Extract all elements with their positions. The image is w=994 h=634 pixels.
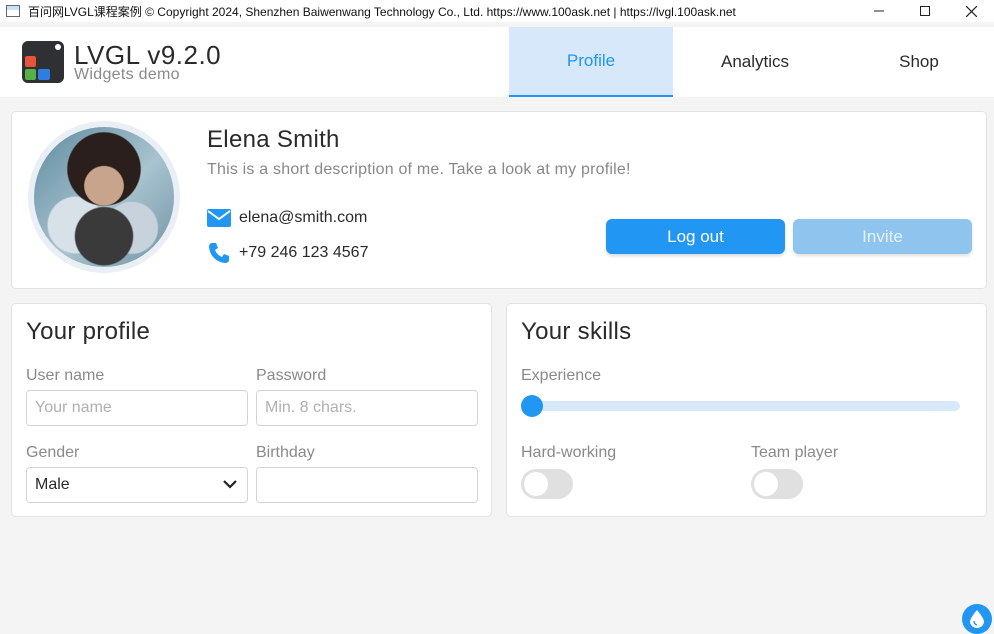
app-header: LVGL v9.2.0 Widgets demo Profile Analyti… [0,27,994,97]
theme-color-button[interactable] [962,604,992,634]
your-profile-title: Your profile [26,318,151,345]
hard-working-switch[interactable] [521,469,573,499]
experience-slider[interactable] [521,395,960,417]
profile-description: This is a short description of me. Take … [207,161,631,178]
window-title: 百问网LVGL课程案例 © Copyright 2024, Shenzhen B… [28,4,736,19]
experience-slider-knob[interactable] [521,395,543,417]
app-window-icon [6,5,20,17]
tab-analytics[interactable]: Analytics [673,27,837,97]
lvgl-logo [22,41,64,83]
window-controls [856,0,994,22]
team-player-switch[interactable] [751,469,803,499]
maximize-icon [920,6,930,16]
phone-text: +79 246 123 4567 [239,244,369,261]
avatar-frame [28,121,180,273]
window-title-bar: 百问网LVGL课程案例 © Copyright 2024, Shenzhen B… [0,0,994,22]
droplet-icon [970,610,984,628]
team-player-switch-knob [754,472,778,496]
avatar [34,127,174,267]
envelope-icon [207,207,231,229]
your-profile-card: Your profile User name Your name Passwor… [11,303,492,517]
hard-working-label: Hard-working [521,444,617,461]
your-skills-title: Your skills [521,318,632,345]
tab-shop[interactable]: Shop [837,27,994,97]
gender-value: Male [35,476,70,493]
tab-bar: Profile Analytics Shop [509,27,994,97]
brand-subtitle: Widgets demo [74,66,180,83]
username-label: User name [26,367,105,384]
email-row: elena@smith.com [207,207,367,229]
your-skills-card: Your skills Experience Hard-working Team… [506,303,987,517]
phone-row: +79 246 123 4567 [207,242,368,264]
invite-button[interactable]: Invite [793,219,972,254]
experience-label: Experience [521,367,602,384]
hard-working-switch-knob [524,472,548,496]
maximize-button[interactable] [902,0,948,22]
birthday-label: Birthday [256,444,315,461]
gender-dropdown[interactable]: Male [26,467,248,503]
username-input[interactable]: Your name [26,390,248,426]
password-label: Password [256,367,327,384]
tab-profile[interactable]: Profile [509,27,673,97]
email-text: elena@smith.com [239,209,368,226]
logout-button[interactable]: Log out [606,219,785,254]
minimize-icon [874,10,884,12]
phone-icon [207,242,231,264]
close-icon [965,5,977,17]
profile-card: Elena Smith This is a short description … [11,111,987,289]
chevron-down-icon [223,480,237,489]
minimize-button[interactable] [856,0,902,22]
close-button[interactable] [948,0,994,22]
team-player-label: Team player [751,444,839,461]
profile-name: Elena Smith [207,126,340,153]
password-input[interactable]: Min. 8 chars. [256,390,478,426]
birthday-input[interactable] [256,467,478,503]
gender-label: Gender [26,444,80,461]
